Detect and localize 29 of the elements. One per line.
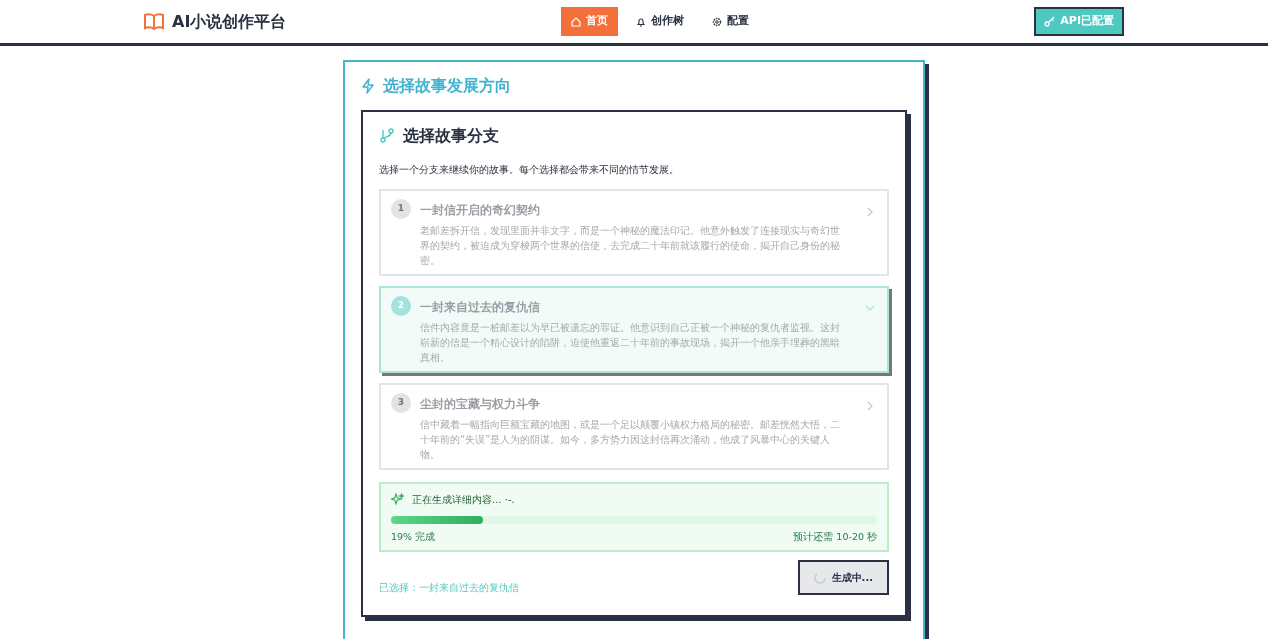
option-title: 一封信开启的奇幻契约: [420, 202, 541, 219]
sparkle-icon: [391, 493, 404, 506]
panel-title: 选择故事发展方向: [383, 75, 511, 97]
progress-percent: 19% 完成: [391, 530, 436, 544]
card-title: 选择故事分支: [403, 125, 499, 147]
key-icon: [1044, 16, 1056, 27]
api-status-button[interactable]: API已配置: [1034, 7, 1124, 36]
option-number: 1: [391, 199, 411, 219]
spinner-icon: [813, 571, 826, 584]
brand-title: AI小说创作平台: [172, 10, 287, 33]
progress-status: 正在生成详细内容... ·-.: [412, 493, 515, 507]
nav-link[interactable]: 创作树: [626, 7, 695, 36]
option-number: 2: [391, 296, 411, 316]
option-number: 3: [391, 393, 411, 413]
chevron-right-icon: [865, 206, 875, 217]
bell-icon: [636, 16, 647, 27]
nav-link[interactable]: 首页: [561, 7, 619, 36]
chevron-right-icon: [865, 400, 875, 411]
selected-branch-text: 已选择：一封来自过去的复仇信: [379, 581, 519, 596]
home-icon: [571, 16, 582, 27]
nav-link[interactable]: 配置: [702, 7, 760, 36]
book-icon: [144, 13, 164, 30]
intro-text: 选择一个分支来继续你的故事。每个选择都会带来不同的情节发展。: [379, 163, 680, 177]
time-estimate: 预计还需 10-20 秒: [793, 530, 877, 544]
lightning-icon: [361, 78, 375, 94]
gear-icon: [712, 16, 723, 27]
branch-icon: [379, 128, 395, 144]
option-title: 尘封的宝藏与权力斗争: [420, 396, 541, 413]
option-title: 一封来自过去的复仇信: [420, 299, 541, 316]
